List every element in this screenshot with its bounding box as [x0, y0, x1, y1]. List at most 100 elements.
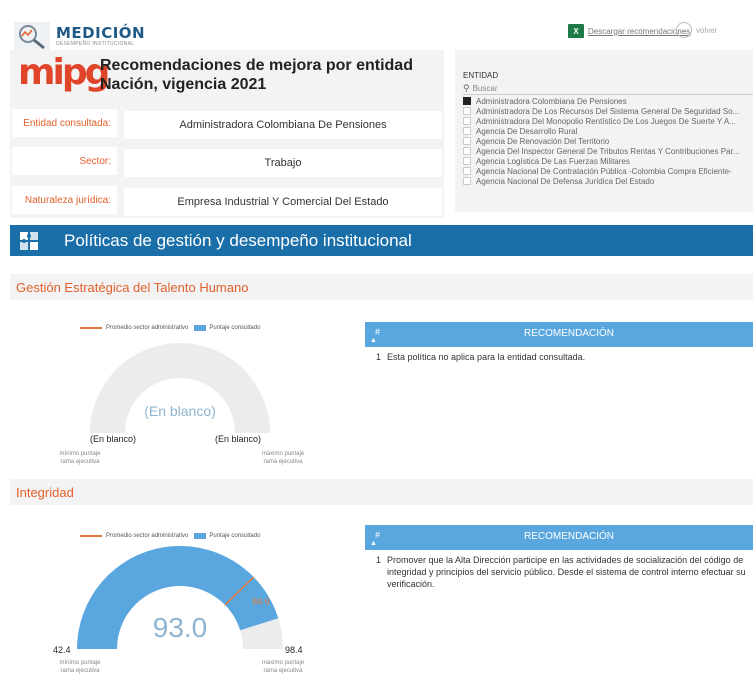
- checkbox[interactable]: [463, 157, 471, 165]
- entity-option-label: Administradora De Los Recursos Del Siste…: [476, 106, 740, 116]
- checkbox[interactable]: [463, 177, 471, 185]
- section-title: Gestión Estratégica del Talento Humano: [16, 279, 249, 295]
- entity-option-label: Agencia Nacional De Contratación Pública…: [476, 166, 732, 176]
- legend-sector-swatch: [80, 327, 102, 329]
- entity-option-label: Agencia Logística De Las Fuerzas Militar…: [476, 156, 630, 166]
- table-header: # ▲ RECOMENDACIÓN: [365, 322, 753, 347]
- gauge-max-caption: máximo puntaje rama ejecutiva: [253, 659, 313, 675]
- row-number: 1: [375, 555, 381, 565]
- rec-column-header: RECOMENDACIÓN: [523, 531, 614, 542]
- min-caption-line2: rama ejecutiva: [60, 668, 100, 674]
- entity-slicer: ENTIDAD ⚲ Buscar Administradora Colombia…: [455, 50, 753, 212]
- legend-sector-swatch: [80, 535, 102, 537]
- entity-value: Administradora Colombiana De Pensiones: [124, 111, 442, 139]
- entity-label: Entidad consultada:: [12, 109, 117, 137]
- search-placeholder: Buscar: [472, 84, 498, 93]
- max-caption-line1: máximo puntaje: [261, 451, 305, 457]
- entity-option[interactable]: Administradora De Los Recursos Del Siste…: [463, 106, 753, 116]
- sector-label: Sector:: [12, 147, 117, 175]
- legend-score-label: Puntaje consultado: [209, 325, 261, 331]
- gauge-max-caption: máximo puntaje rama ejecutiva: [253, 450, 313, 466]
- entity-option-label: Administradora Colombiana De Pensiones: [476, 96, 627, 106]
- checkbox-checked[interactable]: [463, 97, 471, 105]
- magnifier-logo-icon: [14, 22, 50, 50]
- entity-option-label: Administradora Del Monopolio Rentístico …: [476, 116, 736, 126]
- gauge-track: [90, 343, 270, 433]
- gauge-max-value: (En blanco): [215, 434, 262, 444]
- checkbox[interactable]: [463, 127, 471, 135]
- report-title: Recomendaciones de mejora por entidad Na…: [100, 57, 413, 93]
- checkbox[interactable]: [463, 147, 471, 155]
- recommendation-table-talent: # ▲ RECOMENDACIÓN 1 Esta política no apl…: [365, 322, 753, 363]
- row-number: 1: [375, 352, 381, 362]
- section-title: Integridad: [16, 484, 74, 500]
- min-caption-line1: mínimo puntaje: [59, 451, 101, 457]
- checkbox[interactable]: [463, 117, 471, 125]
- gauge-max-value: 98.4: [285, 645, 303, 655]
- gauge-legend: Promedio sector administrativo Puntaje c…: [80, 533, 260, 539]
- section-banner: Políticas de gestión y desempeño institu…: [10, 225, 753, 256]
- entity-option[interactable]: Agencia Nacional De Defensa Jurídica Del…: [463, 176, 753, 186]
- entity-list: Administradora Colombiana De Pensiones A…: [463, 96, 753, 186]
- mipg-logo: mipg: [18, 52, 110, 93]
- max-caption-line2: rama ejecutiva: [263, 668, 303, 674]
- back-arrow-icon: ←: [676, 22, 692, 38]
- download-recommendations-link[interactable]: X Descargar recomendaciones: [568, 24, 690, 38]
- gauge-integrity: 84.6 93.0: [77, 546, 283, 649]
- entity-option[interactable]: Agencia De Desarrollo Rural: [463, 126, 753, 136]
- entity-option[interactable]: Agencia De Renovación Del Territorio: [463, 136, 753, 146]
- legal-nature-value: Empresa Industrial Y Comercial Del Estad…: [124, 188, 442, 216]
- entity-option-label: Agencia De Desarrollo Rural: [476, 126, 578, 136]
- entity-option[interactable]: Administradora Colombiana De Pensiones: [463, 96, 753, 106]
- section-header-integrity: Integridad: [10, 479, 753, 505]
- gauge-sector-value: 84.6: [252, 596, 270, 606]
- legend-score-label: Puntaje consultado: [209, 533, 261, 539]
- banner-title: Políticas de gestión y desempeño institu…: [64, 230, 412, 250]
- legend-score-swatch: [194, 533, 207, 539]
- section-header-talent: Gestión Estratégica del Talento Humano: [10, 274, 753, 300]
- entity-option[interactable]: Agencia Del Inspector General De Tributo…: [463, 146, 753, 156]
- slicer-search[interactable]: ⚲ Buscar: [463, 83, 498, 94]
- gauge-min-caption: mínimo puntaje rama ejecutiva: [50, 450, 110, 466]
- table-row: 1 Esta política no aplica para la entida…: [365, 351, 753, 363]
- gauge-legend: Promedio sector administrativo Puntaje c…: [80, 325, 260, 331]
- checkbox[interactable]: [463, 137, 471, 145]
- checkbox[interactable]: [463, 167, 471, 175]
- logo-title: MEDICIÓN: [56, 23, 146, 42]
- puzzle-icon: [20, 231, 38, 250]
- logo-subtitle: DESEMPEÑO INSTITUCIONAL: [56, 40, 135, 47]
- gauge-center-text: (En blanco): [144, 403, 216, 419]
- back-label: volver: [696, 25, 718, 35]
- min-caption-line2: rama ejecutiva: [60, 459, 100, 465]
- row-recommendation: Esta política no aplica para la entidad …: [387, 352, 586, 362]
- legend-score-swatch: [194, 325, 207, 331]
- back-button[interactable]: ← volver: [676, 22, 717, 38]
- gauge-talent: (En blanco): [90, 343, 270, 433]
- table-header: # ▲ RECOMENDACIÓN: [365, 525, 753, 550]
- checkbox[interactable]: [463, 107, 471, 115]
- max-caption-line2: rama ejecutiva: [263, 459, 303, 465]
- search-icon: ⚲: [463, 83, 470, 93]
- gauge-min-value: (En blanco): [90, 434, 137, 444]
- rec-column-header: RECOMENDACIÓN: [523, 328, 614, 339]
- medicion-logo: MEDICIÓN DESEMPEÑO INSTITUCIONAL: [14, 22, 145, 50]
- entity-option-label: Agencia Nacional De Defensa Jurídica Del…: [476, 176, 655, 186]
- table-row: 1 Promover que la Alta Dirección partici…: [365, 554, 753, 590]
- entity-option-label: Agencia De Renovación Del Territorio: [476, 136, 610, 146]
- excel-icon: X: [568, 24, 584, 38]
- slicer-header: ENTIDAD: [463, 71, 499, 80]
- recommendation-table-integrity: # ▲ RECOMENDACIÓN 1 Promover que la Alta…: [365, 525, 753, 590]
- row-recommendation: Promover que la Alta Dirección participe…: [387, 555, 746, 589]
- gauge-center-text: 93.0: [153, 612, 208, 643]
- entity-option-label: Agencia Del Inspector General De Tributo…: [476, 146, 740, 156]
- gauge-min-caption: mínimo puntaje rama ejecutiva: [50, 659, 110, 675]
- max-caption-line1: máximo puntaje: [261, 660, 305, 666]
- entity-option[interactable]: Agencia Nacional De Contratación Pública…: [463, 166, 753, 176]
- legend-sector-label: Promedio sector administrativo: [106, 325, 189, 331]
- divider: [463, 94, 753, 95]
- entity-option[interactable]: Agencia Logística De Las Fuerzas Militar…: [463, 156, 753, 166]
- sector-value: Trabajo: [124, 149, 442, 177]
- entity-option[interactable]: Administradora Del Monopolio Rentístico …: [463, 116, 753, 126]
- legal-nature-label: Naturaleza jurídica:: [12, 186, 117, 214]
- download-label: Descargar recomendaciones: [588, 26, 691, 36]
